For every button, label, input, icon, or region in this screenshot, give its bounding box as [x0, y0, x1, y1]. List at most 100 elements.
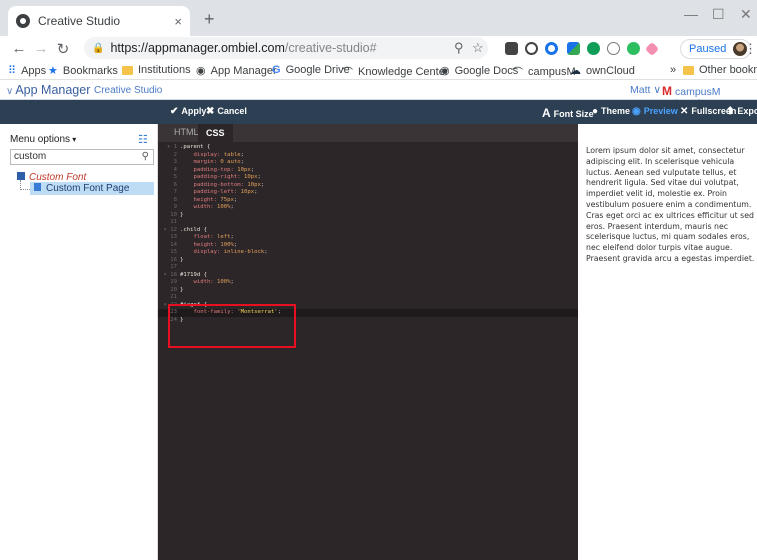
- bookmark-owncloud[interactable]: ☁ ownCloud: [570, 64, 635, 78]
- search-icon[interactable]: ⚲: [142, 150, 149, 164]
- code-text: }: [180, 257, 183, 265]
- cloud-icon: ☁: [570, 65, 581, 77]
- browser-tab[interactable]: Creative Studio ×: [8, 6, 190, 36]
- code-text: width: 100%;: [180, 279, 234, 287]
- new-tab-button[interactable]: +: [204, 10, 215, 28]
- code-line[interactable]: 8 height: 75px;: [158, 197, 578, 205]
- extension-icon[interactable]: [607, 42, 620, 55]
- code-line[interactable]: 4 padding-top: 10px;: [158, 167, 578, 175]
- code-line[interactable]: 19 width: 100%;: [158, 279, 578, 287]
- extension-icon[interactable]: [545, 42, 558, 55]
- code-token: ;: [230, 279, 234, 285]
- back-arrow-icon[interactable]: ←: [8, 40, 30, 57]
- page-icon: [34, 183, 41, 191]
- code-line[interactable]: 5 padding-right: 10px;: [158, 174, 578, 182]
- folder-icon: [122, 65, 133, 75]
- menu-icon: [17, 172, 25, 180]
- code-token: height:: [180, 196, 221, 203]
- code-line[interactable]: 9 width: 100%;: [158, 204, 578, 212]
- preview-text: Lorem ipsum dolor sit amet, consectetur …: [586, 146, 755, 263]
- evernote-icon[interactable]: [627, 42, 640, 55]
- app-title[interactable]: ∨ App Manager: [6, 83, 90, 97]
- code-line[interactable]: 21: [158, 294, 578, 302]
- line-number: ▾ 18: [163, 271, 177, 278]
- bookmark-institutions[interactable]: Institutions: [122, 64, 191, 76]
- app-title-label: App Manager: [15, 83, 91, 97]
- tree-toggle-icon[interactable]: ☷: [138, 133, 148, 146]
- menu-sidebar: Menu options ▾ ☷ custom ⚲ Custom Font Cu…: [0, 124, 158, 560]
- line-number: 14: [170, 241, 177, 248]
- bookmark-label: App Manager: [210, 64, 277, 77]
- bookmarks-bar: ⠿ Apps ★ Bookmarks Institutions ◉ App Manag…: [0, 62, 757, 80]
- browser-toolbar: ← → ↻ 🔒 https://appmanager.ombiel.com/cr…: [0, 36, 757, 62]
- code-line[interactable]: ▾ 18 #1719d {: [158, 272, 578, 280]
- reload-icon[interactable]: ↻: [52, 40, 74, 58]
- code-line[interactable]: ▾ 1 .parent {: [158, 144, 578, 152]
- more-bookmarks-button[interactable]: »: [670, 64, 676, 76]
- zoom-icon[interactable]: ⚲: [454, 40, 464, 56]
- code-line[interactable]: ▾ 12 .child {: [158, 227, 578, 235]
- line-number: 16: [170, 256, 177, 263]
- bookmark-other[interactable]: Other bookmarks: [683, 64, 757, 76]
- cancel-button[interactable]: ✖ Cancel: [206, 106, 247, 117]
- preview-button[interactable]: ◉ Preview: [632, 106, 678, 117]
- bookmark-google-docs[interactable]: ◉ Google Docs: [440, 64, 518, 78]
- profile-paused-button[interactable]: Paused: [680, 39, 752, 59]
- minimize-icon[interactable]: —: [684, 6, 698, 22]
- code-line[interactable]: 16}: [158, 257, 578, 265]
- apply-button[interactable]: ✔ Apply: [170, 106, 206, 117]
- theme-button[interactable]: ● Theme: [592, 106, 630, 117]
- code-line[interactable]: 3 margin: 0 auto;: [158, 159, 578, 167]
- code-line[interactable]: 2 display: table;: [158, 152, 578, 160]
- extension-icon[interactable]: [644, 41, 660, 57]
- code-token: }: [180, 256, 184, 263]
- code-text: height: 100%;: [180, 242, 237, 250]
- menu-search-input[interactable]: custom ⚲: [10, 149, 154, 165]
- extension-icon[interactable]: [567, 42, 580, 55]
- bookmark-campusm[interactable]: ⌒ campusM: [512, 64, 576, 80]
- menu-options-dropdown[interactable]: Menu options ▾: [10, 134, 76, 145]
- font-size-label: Font Size: [553, 109, 594, 119]
- code-line[interactable]: 7 padding-left: 10px;: [158, 189, 578, 197]
- code-token: float:: [180, 234, 218, 240]
- code-line[interactable]: 20}: [158, 287, 578, 295]
- bookmark-label: Knowledge Center: [358, 66, 449, 78]
- tab-css[interactable]: CSS: [198, 124, 233, 142]
- search-value: custom: [14, 151, 47, 162]
- extension-icon[interactable]: [525, 42, 538, 55]
- bookmark-bookmarks[interactable]: ★ Bookmarks: [48, 64, 118, 78]
- star-icon: ★: [48, 65, 58, 77]
- tab-html[interactable]: HTML: [174, 127, 199, 137]
- code-line[interactable]: 14 height: 100%;: [158, 242, 578, 250]
- export-button[interactable]: ⬆Export: [726, 106, 757, 117]
- code-line[interactable]: 13 float: left;: [158, 234, 578, 242]
- code-token: 100%: [217, 204, 231, 210]
- font-size-button[interactable]: A Font Size: [542, 106, 594, 120]
- app-header: ∨ App Manager Creative Studio Matt ∨ Mcam…: [0, 80, 757, 110]
- address-bar[interactable]: 🔒 https://appmanager.ombiel.com/creative…: [84, 37, 488, 59]
- tab-close-icon[interactable]: ×: [174, 14, 182, 29]
- code-token: ;: [260, 181, 265, 188]
- extension-icon[interactable]: [587, 42, 600, 55]
- apply-label: Apply: [181, 106, 207, 116]
- close-window-icon[interactable]: ✕: [740, 6, 752, 23]
- bookmark-knowledge-center[interactable]: ⌒ Knowledge Center: [342, 64, 449, 80]
- maximize-icon[interactable]: ☐: [712, 6, 725, 23]
- line-number: 21: [170, 294, 177, 300]
- tree-item-custom-font-page[interactable]: Custom Font Page: [30, 182, 154, 195]
- user-menu[interactable]: Matt ∨: [630, 84, 661, 96]
- code-token: display:: [180, 151, 224, 158]
- extension-icon[interactable]: [505, 42, 518, 55]
- star-icon[interactable]: ☆: [472, 40, 484, 56]
- menu-kebab-icon[interactable]: ⋮: [744, 41, 757, 57]
- code-line[interactable]: 6 padding-bottom: 10px;: [158, 182, 578, 190]
- forward-arrow-icon[interactable]: →: [30, 40, 52, 57]
- bookmark-app-manager[interactable]: ◉ App Manager: [196, 64, 277, 78]
- bookmark-apps[interactable]: ⠿ Apps: [8, 64, 46, 78]
- bookmark-label: Institutions: [138, 64, 191, 76]
- code-line[interactable]: 17: [158, 264, 578, 272]
- code-line[interactable]: 15 display: inline-block;: [158, 249, 578, 257]
- bookmark-google-drive[interactable]: G Google Drive: [272, 64, 350, 76]
- code-line[interactable]: 10}: [158, 212, 578, 220]
- code-line[interactable]: 11: [158, 219, 578, 227]
